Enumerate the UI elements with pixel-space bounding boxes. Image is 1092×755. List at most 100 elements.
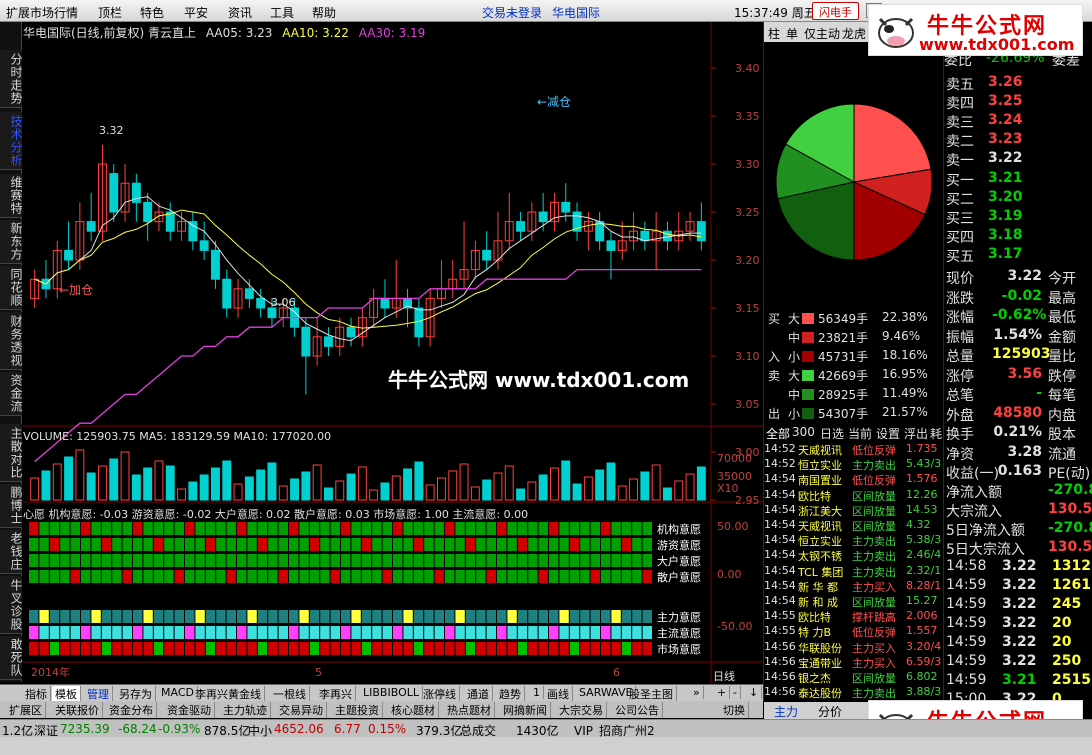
stock-name-link[interactable]: 华电国际	[552, 4, 600, 21]
left-tab-strip: 分时走势 技术分析 维赛特 新东方 同花顺 财务透视 资金流 主散对比 鹏博士 …	[0, 22, 23, 682]
left-tab-moneyflow[interactable]: 资金流	[0, 372, 23, 416]
tab-channel[interactable]: 通道	[464, 686, 493, 702]
will-cell	[601, 626, 611, 639]
tab-gusheng[interactable]: 股圣主图	[626, 686, 677, 702]
tab-limitup[interactable]: 涨停线	[420, 686, 460, 702]
tab-indicator[interactable]: 指标	[22, 686, 51, 702]
switch-button[interactable]: 切换	[720, 702, 749, 718]
left-tab-xindongfang[interactable]: 新东方	[0, 220, 23, 264]
menu-item-news[interactable]: 资讯	[228, 4, 252, 21]
menu-item-special[interactable]: 特色	[140, 4, 164, 21]
tab-one[interactable]: 1	[530, 686, 544, 699]
tab-main-force[interactable]: 主力	[774, 703, 798, 720]
ticker-row[interactable]: 14:52 天威视讯 低位反弹 1.735	[764, 442, 944, 458]
left-tab-intraday[interactable]: 分时走势	[0, 50, 23, 108]
ticker-row[interactable]: 14:54 恒立实业 主力卖出 5.38/3	[764, 533, 944, 549]
tab-theme-invest[interactable]: 主题投资	[332, 702, 383, 718]
ticker-row[interactable]: 14:56 银之杰 区间放量 6.802	[764, 670, 944, 686]
ticker-row[interactable]: 14:54 新 和 成 区间放量 15.27	[764, 594, 944, 610]
tab-core-theme[interactable]: 核心题材	[388, 702, 439, 718]
tab-trade-anomaly[interactable]: 交易异动	[276, 702, 327, 718]
tab-related-quote[interactable]: 关联报价	[52, 702, 103, 718]
net-flow-row: 5日净流入额 -270.8	[944, 520, 1092, 539]
volume-bar	[165, 465, 175, 501]
alert-ticker-list[interactable]: 14:52 天威视讯 低位反弹 1.735 14:52 恒立实业 主力卖出 5.43/3 14:…	[764, 442, 944, 702]
tab-news[interactable]: 网摘新闻	[500, 702, 551, 718]
down-arrow-icon[interactable]: ↓	[746, 686, 763, 699]
left-tab-gansidui[interactable]: 敢死队	[0, 636, 23, 680]
volume-bar	[222, 460, 232, 501]
ticker-row[interactable]: 14:52 恒立实业 主力卖出 5.43/3	[764, 457, 944, 473]
kline-chart-area[interactable]: 70000 35000 X10 50.00 0.00 -50.00 机构意愿 游资意愿 大户意…	[23, 22, 763, 684]
tab-announcement[interactable]: 公司公告	[612, 702, 663, 718]
ticker-tab-float[interactable]: 浮出	[904, 425, 928, 442]
ticker-tab-all[interactable]: 全部	[766, 425, 790, 442]
will-cell	[569, 522, 580, 535]
tab-saveas[interactable]: 另存为	[116, 686, 156, 702]
tab-active-only[interactable]: 仅主动	[804, 25, 840, 42]
left-tab-tonghuashun[interactable]: 同花顺	[0, 266, 23, 310]
sell-level-label: 卖二	[946, 134, 974, 150]
ticker-tab-300[interactable]: 300	[792, 425, 815, 439]
menu-item-topbar[interactable]: 顶栏	[98, 4, 122, 21]
tab-manage[interactable]: 管理	[84, 686, 113, 702]
ticker-row[interactable]: 14:54 太钢不锈 主力卖出 2.46/4	[764, 548, 944, 564]
left-tab-laoqianzhuang[interactable]: 老钱庄	[0, 530, 23, 574]
tab-dragon-tiger[interactable]: 龙虎	[842, 25, 866, 42]
ticker-row[interactable]: 14:56 泰达股份 主力卖出 3.88/3	[764, 685, 944, 701]
left-tab-diagnose[interactable]: 牛叉诊股	[0, 576, 23, 634]
ticker-row[interactable]: 14:54 TCL 集团 主力卖出 2.32/1	[764, 564, 944, 580]
ticker-row[interactable]: 14:54 新 华 都主力买入 8.28/1	[764, 579, 944, 595]
tab-template[interactable]: 模板	[52, 686, 81, 702]
will-cell	[29, 610, 39, 623]
left-tab-weisaite[interactable]: 维赛特	[0, 174, 23, 218]
ticker-row[interactable]: 14:56 宝通带业 主力买入 6.59/3	[764, 655, 944, 671]
ticker-row[interactable]: 14:55 欧比特 撑杆跳高 2.006	[764, 609, 944, 625]
ticker-tab-settings[interactable]: 设置	[876, 425, 900, 442]
period-label[interactable]: 日线	[713, 668, 735, 684]
tab-goldline[interactable]: 李再兴黄金线	[192, 686, 265, 702]
tab-fund-drive[interactable]: 资金驱动	[164, 702, 215, 718]
add-icon[interactable]: +	[714, 686, 731, 699]
ticker-row[interactable]: 14:54 天威视讯 区间放量 4.32	[764, 518, 944, 534]
menu-item-help[interactable]: 帮助	[312, 4, 336, 21]
menu-item-ext[interactable]: 扩展市场行情	[6, 4, 78, 21]
tab-libbiboll[interactable]: LIBBIBOLL	[360, 686, 423, 699]
flash-trade-button[interactable]: 闪电手	[812, 2, 859, 20]
ticker-row[interactable]: 14:54 欧比特 区间放量 12.26	[764, 488, 944, 504]
tab-trend[interactable]: 趋势	[496, 686, 525, 702]
will-cell	[455, 626, 465, 639]
trade-login-link[interactable]: 交易未登录	[482, 4, 542, 21]
tab-single[interactable]: 单	[786, 25, 798, 42]
tab-lizaixing[interactable]: 李再兴	[316, 686, 356, 702]
scroll-right-icon[interactable]: »	[690, 686, 704, 699]
will-cell	[70, 554, 80, 567]
tab-block-trade[interactable]: 大宗交易	[556, 702, 607, 718]
ticker-row[interactable]: 14:54 浙江美大 区间放量 14.53	[764, 503, 944, 519]
tab-drawline[interactable]: 画线	[544, 686, 573, 702]
tab-ext-area[interactable]: 扩展区	[6, 702, 46, 718]
tab-fund-dist[interactable]: 资金分布	[106, 702, 157, 718]
ticker-tab-current[interactable]: 当前	[848, 425, 872, 442]
left-tab-finance[interactable]: 财务透视	[0, 312, 23, 370]
menu-item-pingan[interactable]: 平安	[184, 4, 208, 21]
left-tab-pengboshi[interactable]: 鹏博士	[0, 484, 23, 528]
ticker-row[interactable]: 14:56 华联股份 主力买入 3.20/4	[764, 640, 944, 656]
tab-price-dist[interactable]: 分价	[818, 703, 842, 720]
tab-bar-chart[interactable]: 柱	[768, 25, 780, 42]
ticker-tab-daily[interactable]: 日选	[820, 425, 844, 442]
remove-icon[interactable]: -	[730, 686, 741, 699]
tab-hot-theme[interactable]: 热点题材	[444, 702, 495, 718]
tab-oneline[interactable]: 一根线	[270, 686, 310, 702]
will-cell	[122, 538, 132, 551]
kline-chart-svg[interactable]: 7000035000X10 50.000.00-50.00机构意愿游资意愿大户意…	[23, 22, 763, 684]
menu-item-tools[interactable]: 工具	[270, 4, 294, 21]
ticker-tab-more[interactable]: 耗	[930, 425, 942, 442]
price-tick-label: 2.95	[735, 494, 760, 507]
left-tab-technical[interactable]: 技术分析	[0, 112, 23, 170]
left-tab-compare[interactable]: 主散对比	[0, 424, 23, 482]
ticker-row[interactable]: 14:55 特 力B 低位反弹 1.557	[764, 624, 944, 640]
tab-main-track[interactable]: 主力轨迹	[220, 702, 271, 718]
ticker-row[interactable]: 14:54 南国置业 低位反弹 1.576	[764, 472, 944, 488]
will-cell	[91, 626, 101, 639]
